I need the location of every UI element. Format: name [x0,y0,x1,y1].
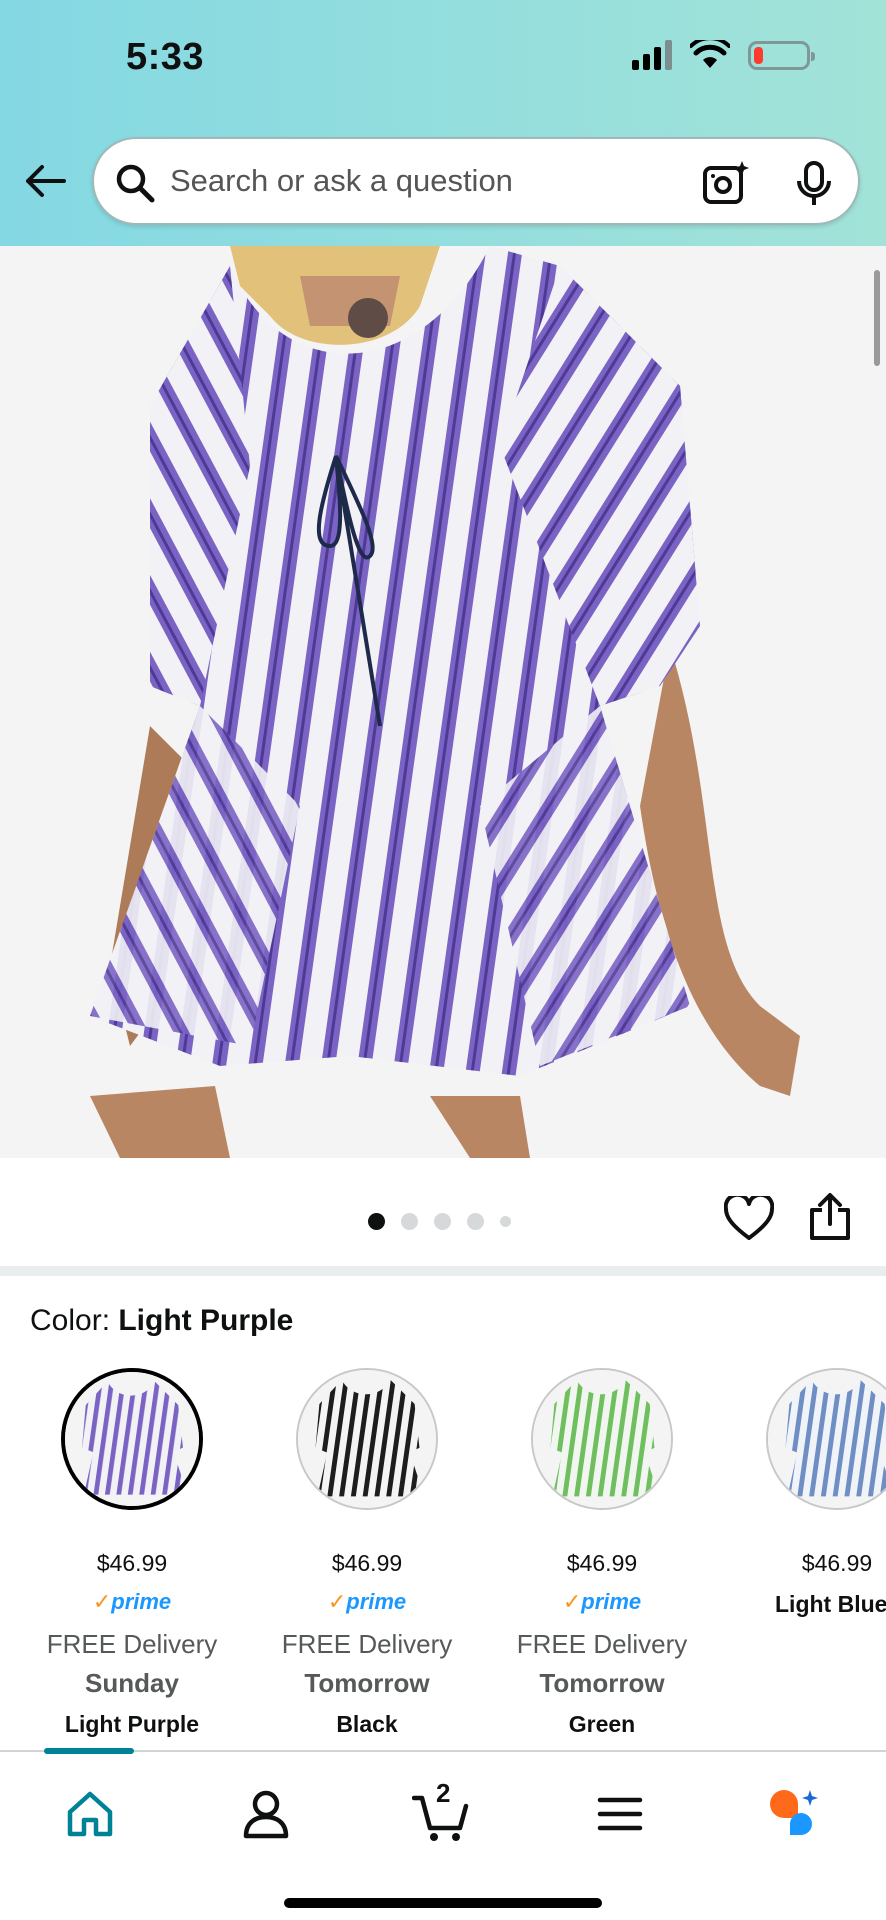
bottom-navigation: 2 [0,1748,886,1920]
color-swatch-image [531,1368,673,1510]
page-dot[interactable] [467,1213,484,1230]
color-swatch-image [296,1368,438,1510]
color-label: Color: Light Purple [30,1304,294,1337]
delivery-day: Sunday [85,1668,179,1698]
search-icon [116,164,155,203]
app-header: 5:33 Search or ask a question [0,0,886,246]
delivery-text: FREE Delivery [281,1629,453,1659]
option-name: Black [336,1711,398,1737]
product-image-gallery[interactable] [0,246,886,1158]
swatch-dress-thumbnail [298,1370,436,1508]
back-arrow-icon[interactable] [22,158,68,204]
account-icon[interactable] [236,1784,296,1844]
section-divider [0,1266,886,1276]
color-option-light-purple[interactable]: $46.99 ✓prime FREE Delivery Sunday Light… [32,1368,232,1738]
gallery-controls [0,1158,886,1262]
option-price: $46.99 [801,1550,873,1576]
option-price: $46.99 [331,1550,403,1576]
cart-count-badge: 2 [436,1778,451,1808]
image-page-indicator[interactable] [368,1213,511,1230]
heart-icon[interactable] [724,1196,774,1242]
color-option-black[interactable]: $46.99 ✓prime FREE Delivery Tomorrow Bla… [267,1368,467,1738]
delivery-text: FREE Delivery [46,1629,218,1659]
prime-badge: ✓prime [562,1589,642,1614]
camera-search-icon[interactable] [702,159,750,207]
status-time: 5:33 [126,36,205,78]
cellular-signal-icon [632,40,672,70]
microphone-icon[interactable] [794,161,834,207]
cart-button[interactable]: 2 [411,1778,472,1844]
page-dot-active[interactable] [368,1213,385,1230]
option-name: Green [568,1711,636,1737]
color-option-green[interactable]: $46.99 ✓prime FREE Delivery Tomorrow Gre… [502,1368,702,1738]
color-swatch-image [766,1368,886,1510]
swatch-dress-thumbnail [533,1370,671,1508]
prime-badge: ✓prime [327,1589,407,1614]
selected-color-name: Light Purple [118,1304,294,1337]
option-name: Light Blue [775,1591,886,1617]
menu-icon[interactable] [590,1784,650,1844]
option-price: $46.99 [96,1550,168,1576]
home-indicator [284,1898,602,1908]
page-dot[interactable] [401,1213,418,1230]
delivery-day: Tomorrow [539,1668,665,1698]
search-bar[interactable]: Search or ask a question [92,137,860,225]
page-dot[interactable] [434,1213,451,1230]
swatch-dress-thumbnail [768,1370,886,1508]
option-price: $46.99 [566,1550,638,1576]
swatch-dress-thumbnail [65,1372,199,1506]
color-selector: Color: Light Purple $46.99 ✓prime FREE D… [0,1276,886,1750]
battery-low-icon [748,40,815,70]
delivery-day: Tomorrow [304,1668,430,1698]
rufus-icon[interactable] [764,1784,824,1844]
option-name: Light Purple [64,1711,200,1737]
page-dot[interactable] [500,1216,511,1227]
prime-badge: ✓prime [92,1589,172,1614]
status-icons [632,40,815,70]
wifi-icon [690,40,730,68]
color-swatch-image [61,1368,203,1510]
color-option-light-blue[interactable]: $46.99 Light Blue [737,1368,886,1618]
share-icon[interactable] [808,1192,852,1242]
product-image [0,246,886,1158]
home-icon[interactable] [60,1784,120,1844]
active-tab-indicator [44,1748,134,1754]
search-input[interactable]: Search or ask a question [170,163,513,199]
delivery-text: FREE Delivery [516,1629,688,1659]
gallery-scrollbar[interactable] [874,270,880,366]
